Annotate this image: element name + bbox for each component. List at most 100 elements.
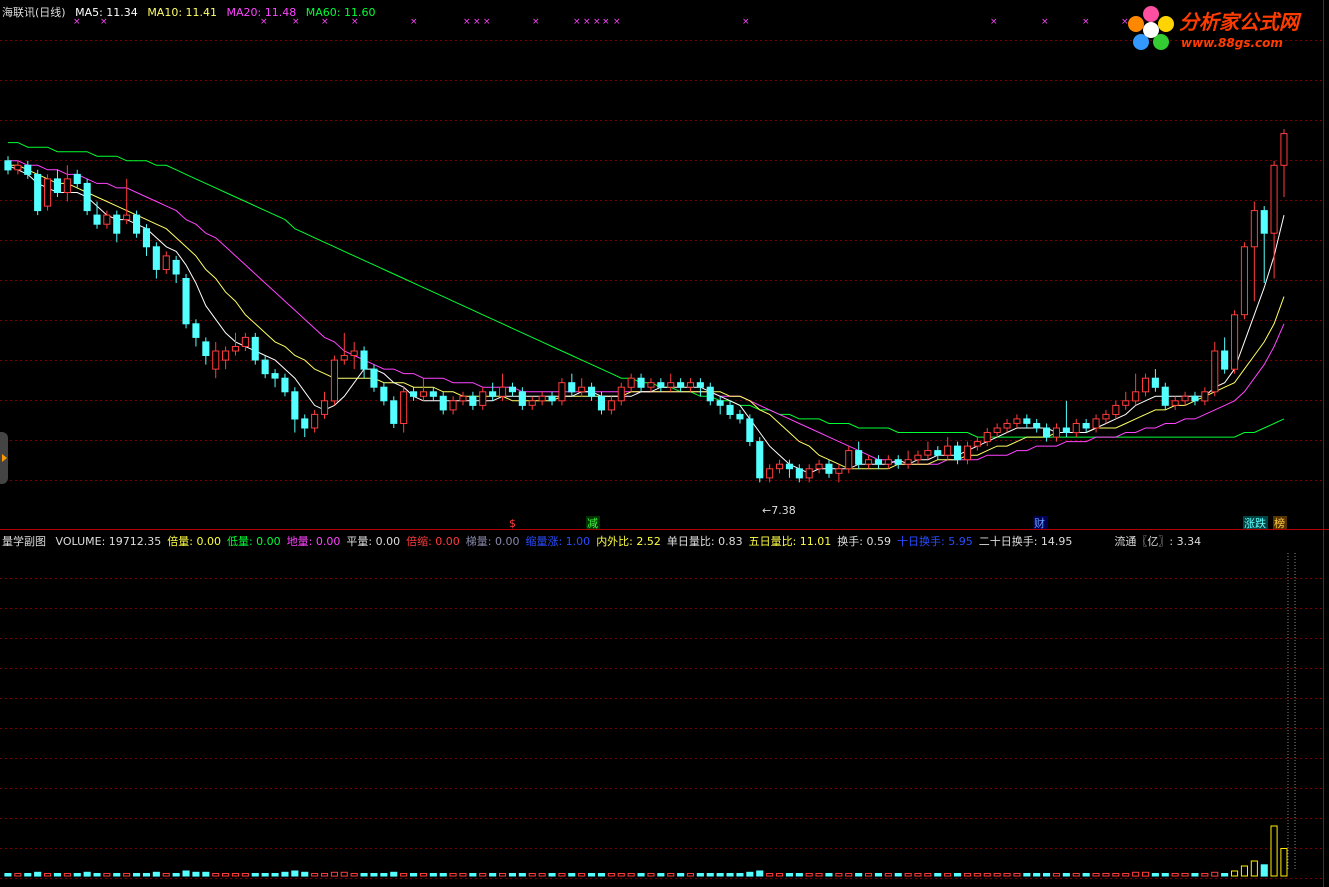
volume-bar (874, 873, 883, 877)
volume-indicator-item: 平量: 0.00 (346, 535, 401, 548)
volume-bar (1221, 873, 1229, 877)
volume-bar (53, 873, 62, 877)
volume-bar (756, 870, 764, 877)
candle-body (617, 386, 625, 402)
candle-body (182, 278, 190, 325)
candle-body (568, 382, 576, 393)
candle-body (766, 468, 774, 479)
volume-bar (528, 873, 536, 877)
candle-body (1201, 391, 1209, 402)
volume-bar (736, 873, 744, 877)
volume-bar (1161, 873, 1169, 877)
side-expand-tab[interactable] (0, 432, 8, 484)
volume-bar (637, 873, 645, 877)
candle-body (667, 382, 675, 388)
volume-bar (291, 870, 299, 877)
chart-canvas[interactable]: × × × × × × × × × × × × × × × × × × × × × ←7.38 $ 减 财 涨跌 榜 (0, 0, 1329, 887)
volume-bar (1043, 873, 1051, 877)
candle-body (983, 432, 991, 443)
ma10-value: MA10: 11.41 (147, 6, 218, 19)
volume-bar (1122, 873, 1130, 877)
candle-body (1231, 314, 1239, 370)
jian-marker: 减 (587, 517, 598, 530)
candle-body (785, 463, 794, 470)
volume-bar (667, 873, 675, 877)
candle-body (647, 382, 655, 388)
candle-body (973, 441, 981, 447)
volume-bar (172, 873, 180, 877)
volume-bar (1072, 873, 1080, 877)
candle-body (904, 459, 912, 465)
volume-bar (835, 873, 843, 877)
volume-bar (400, 873, 408, 877)
ma60-value: MA60: 11.60 (305, 6, 376, 19)
candle-body (1181, 395, 1189, 402)
signal-marker: × (613, 17, 621, 27)
candle-body (716, 400, 724, 406)
candle-body (1122, 400, 1130, 406)
signal-marker: × (463, 17, 471, 27)
candle-body (1221, 350, 1229, 370)
candle-body (24, 164, 32, 175)
candle-body (489, 391, 497, 397)
candle-body (14, 164, 22, 171)
signal-marker: × (532, 17, 540, 27)
candle-body (439, 395, 447, 411)
volume-indicator-item: 五日量比: 11.01 (748, 535, 832, 548)
volume-panel-title: 量学副图 (2, 535, 46, 548)
candle-body (756, 441, 764, 479)
candle-body (726, 404, 734, 415)
candle-body (261, 359, 269, 375)
volume-indicator-item: 缩量涨: 1.00 (525, 535, 591, 548)
volume-bar (429, 873, 437, 877)
candle-body (449, 400, 457, 411)
volume-indicator-item: 梯量: 0.00 (465, 535, 520, 548)
candle-body (103, 214, 111, 225)
volume-bar (113, 873, 121, 877)
signal-marker: × (742, 17, 750, 27)
volume-bar (1132, 871, 1140, 877)
volume-bar (103, 873, 111, 877)
volume-bar (954, 873, 962, 877)
candle-body (1033, 423, 1041, 429)
volume-indicator-item: 单日量比: 0.83 (666, 535, 743, 548)
ma5-value: MA5: 11.34 (75, 6, 138, 19)
signal-marker: × (573, 17, 581, 27)
volume-bar (261, 873, 269, 877)
volume-bar (350, 873, 358, 877)
candle-body (578, 386, 586, 393)
volume-bar (617, 873, 625, 877)
candle-body (241, 336, 249, 347)
candle-body (1280, 133, 1288, 166)
volume-bar (1171, 873, 1179, 877)
candle-body (508, 386, 516, 393)
volume-bar (845, 873, 853, 877)
candle-body (350, 350, 358, 356)
volume-bar (815, 873, 823, 877)
volume-bar (706, 873, 714, 877)
volume-bar (241, 873, 249, 877)
candle-body (1003, 423, 1011, 429)
signal-marker: × (483, 17, 491, 27)
volume-bar (993, 873, 1001, 877)
candle-body (192, 323, 200, 338)
volume-bar (73, 873, 81, 877)
volume-bars (4, 825, 1288, 877)
volume-bar (627, 873, 635, 877)
volume-bar (1211, 871, 1219, 877)
signal-marker: × (473, 17, 481, 27)
volume-indicator-item: 换手: 0.59 (837, 535, 891, 548)
volume-bar (884, 873, 892, 877)
volume-bar (1013, 873, 1021, 877)
volume-panel-header: 量学副图 VOLUME: 19712.35 倍量: 0.00 低量: 0.00 地量:… (2, 533, 1207, 549)
signal-marker: × (410, 17, 418, 27)
volume-bar (360, 873, 368, 877)
candle-body (44, 178, 52, 207)
volume-bar (944, 873, 952, 877)
candle-body (954, 445, 962, 461)
candle-body (162, 255, 170, 270)
volume-bar (370, 873, 378, 877)
candle-body (934, 450, 942, 456)
candle-body (944, 445, 952, 456)
candle-body (429, 391, 437, 397)
